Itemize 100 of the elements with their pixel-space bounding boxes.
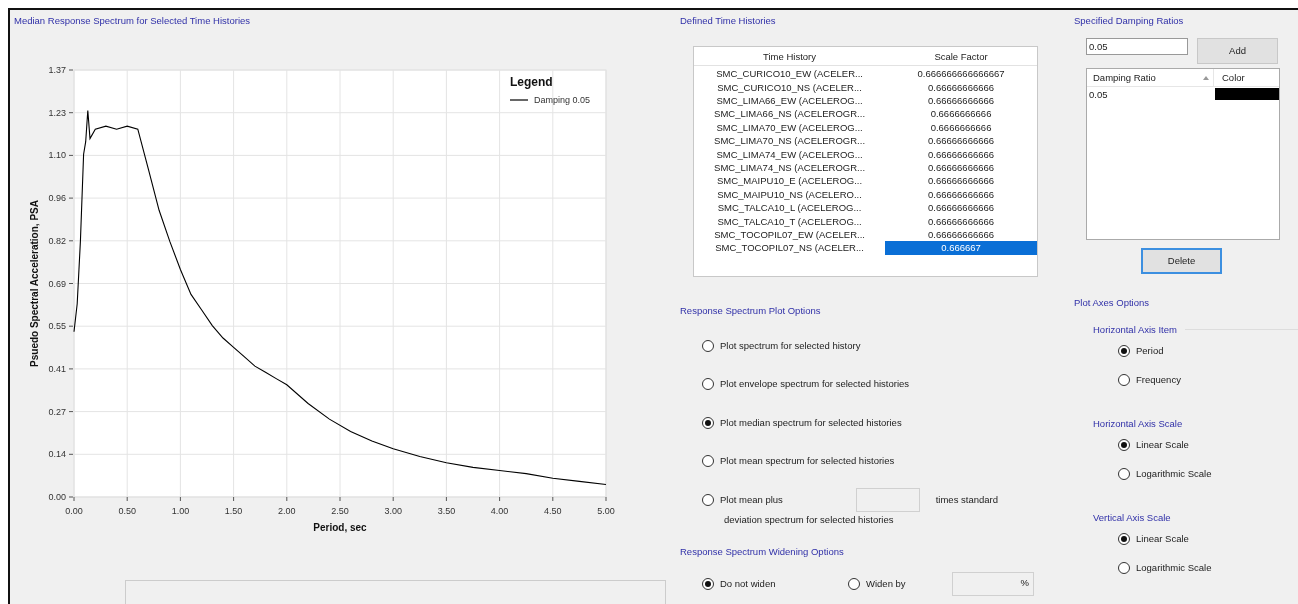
multiplier-field[interactable] <box>855 487 920 512</box>
radio-icon[interactable] <box>1118 439 1130 451</box>
damping-input[interactable]: 0.05 <box>1086 38 1188 56</box>
tick-label: 0.69 <box>48 278 66 289</box>
table-cell[interactable]: 0.66666666666 <box>885 214 1037 228</box>
tick-label: 0.50 <box>118 506 136 517</box>
radio-option[interactable]: Frequency <box>1118 374 1181 386</box>
table-cell-text: SMC_LIMA70_NS (ACELEROGR... <box>713 134 867 148</box>
radio-option[interactable]: Do not widen <box>702 577 848 590</box>
table-cell-text: 0.05 <box>1088 88 1109 103</box>
table-cell[interactable]: 0.66666666666 <box>885 187 1037 202</box>
legend-title: Legend <box>510 75 553 90</box>
table-cell[interactable]: 0.666667 <box>885 241 1037 255</box>
tick-label: 1.00 <box>171 506 190 517</box>
radio-option[interactable]: Linear Scale <box>1118 533 1189 545</box>
table-cell-text: SMC_LIMA74_EW (ACELEROG... <box>715 147 864 161</box>
table-cell[interactable]: 0.6666666666 <box>885 107 1037 121</box>
group-title: Horizontal Axis Scale <box>1093 417 1183 430</box>
axis-title: Period, sec <box>313 522 367 534</box>
add-button[interactable]: Add <box>1197 38 1278 65</box>
option-text: deviation spectrum for selected histories <box>723 513 895 527</box>
radio-option[interactable]: Plot mean spectrum for selected histories <box>702 455 895 468</box>
radio-icon[interactable] <box>1118 533 1130 545</box>
radio-icon[interactable] <box>702 416 714 429</box>
tick-label: 1.10 <box>48 150 66 161</box>
radio-option[interactable]: Logarithmic Scale <box>1118 468 1212 480</box>
radio-icon[interactable] <box>1118 374 1130 386</box>
radio-icon[interactable] <box>1118 345 1130 357</box>
table-cell[interactable]: 0.66666666666 <box>885 134 1037 148</box>
table-cell[interactable]: 0.66666666666 <box>885 201 1037 215</box>
table-cell-text: SMC_LIMA66_NS (ACELEROGR... <box>713 107 867 121</box>
column-header: Color <box>1213 69 1245 87</box>
tick-label: 1.50 <box>224 506 243 517</box>
tick-label: 2.00 <box>278 506 296 517</box>
radio-icon[interactable] <box>702 577 714 590</box>
table-cell-text: SMC_CURICO10_EW (ACELER... <box>715 67 864 81</box>
table-cell[interactable]: 0.66666666666 <box>885 80 1037 95</box>
table-cell-text: SMC_LIMA70_EW (ACELEROG... <box>715 120 864 135</box>
table-cell-text: SMC_TOCOPIL07_EW (ACELER... <box>713 227 866 242</box>
tick-label: 0.41 <box>48 364 66 375</box>
legend-label: Damping 0.05 <box>534 95 591 106</box>
sort-icon <box>1203 76 1209 81</box>
chart-title: Median Response Spectrum for Selected Time Histories <box>14 15 251 27</box>
section-title: Response Spectrum Plot Options <box>680 305 821 318</box>
tick-label: 0.55 <box>48 321 66 332</box>
column-header: Time History <box>762 50 818 65</box>
table-cell[interactable]: 0.66666666666 <box>885 147 1037 161</box>
tick-label: 0.00 <box>65 506 83 517</box>
radio-icon[interactable] <box>702 455 714 468</box>
tick-label: 0.14 <box>48 449 66 460</box>
tick-label: 4.50 <box>544 506 562 517</box>
radio-icon[interactable] <box>702 378 714 391</box>
tick-label: 0.27 <box>48 406 66 417</box>
percent-field[interactable]: % <box>952 571 1034 596</box>
table-cell-text: SMC_TALCA10_L (ACELEROG... <box>716 201 863 215</box>
tick-label: 0.00 <box>48 492 66 503</box>
section-title: Plot Axes Options <box>1074 297 1149 310</box>
radio-icon[interactable] <box>1118 562 1130 574</box>
radio-option[interactable]: Period <box>1118 345 1164 357</box>
table-cell[interactable]: 0.66666666666 <box>885 94 1037 108</box>
radio-option[interactable]: Widen by <box>848 577 952 590</box>
radio-option[interactable]: Linear Scale <box>1118 439 1189 451</box>
tick-label: 1.23 <box>48 107 66 118</box>
table-cell[interactable]: 0.66666666666 <box>885 161 1037 175</box>
tick-label: 1.37 <box>48 65 66 76</box>
table-cell-text: SMC_LIMA66_EW (ACELEROG... <box>715 94 864 108</box>
section-title: Specified Damping Ratios <box>1074 15 1184 27</box>
section-title: Defined Time Histories <box>680 15 776 27</box>
table-cell[interactable]: 0.66666666666 <box>885 174 1037 188</box>
table-cell-text: SMC_LIMA74_NS (ACELEROGR... <box>713 161 867 175</box>
group-title: Vertical Axis Scale <box>1093 511 1171 524</box>
tick-label: 2.50 <box>331 506 349 517</box>
column-header: Scale Factor <box>933 50 989 65</box>
table-cell-text: SMC_TALCA10_T (ACELEROG... <box>716 214 863 228</box>
group-title: Horizontal Axis Item <box>1093 323 1177 336</box>
delete-button[interactable]: Delete <box>1141 248 1222 275</box>
radio-icon[interactable] <box>848 577 860 590</box>
tick-label: 5.00 <box>597 506 615 517</box>
radio-icon[interactable] <box>1118 468 1130 480</box>
tick-label: 0.82 <box>48 236 66 247</box>
radio-option[interactable]: Plot mean plus <box>702 493 820 506</box>
table-cell[interactable]: 0.6666666666 <box>885 120 1037 135</box>
unit-label: % <box>1020 576 1029 591</box>
table-cell-text: SMC_TOCOPIL07_NS (ACELER... <box>714 241 865 255</box>
field-suffix: times standard <box>935 492 998 507</box>
table-cell[interactable]: 0.66666666666 <box>885 227 1037 242</box>
radio-option[interactable]: Plot envelope spectrum for selected histories <box>702 378 910 391</box>
radio-icon[interactable] <box>702 493 714 506</box>
table-cell[interactable]: 0.666666666666667 <box>885 67 1037 81</box>
axis-title: Psuedo Spectral Acceleration, PSA <box>29 200 40 368</box>
radio-icon[interactable] <box>702 339 714 352</box>
tick-label: 3.50 <box>437 506 456 517</box>
radio-option[interactable]: Logarithmic Scale <box>1118 562 1212 574</box>
table-cell-text: SMC_MAIPU10_NS (ACELERO... <box>716 187 863 202</box>
radio-option[interactable]: Plot spectrum for selected history <box>702 339 861 352</box>
tick-label: 4.00 <box>490 506 509 517</box>
table-cell-text: SMC_MAIPU10_E (ACELEROG... <box>715 174 864 188</box>
table-cell-text: SMC_CURICO10_NS (ACELER... <box>716 80 863 95</box>
radio-option[interactable]: Plot median spectrum for selected histories <box>702 416 902 429</box>
column-header: Damping Ratio <box>1092 71 1157 86</box>
